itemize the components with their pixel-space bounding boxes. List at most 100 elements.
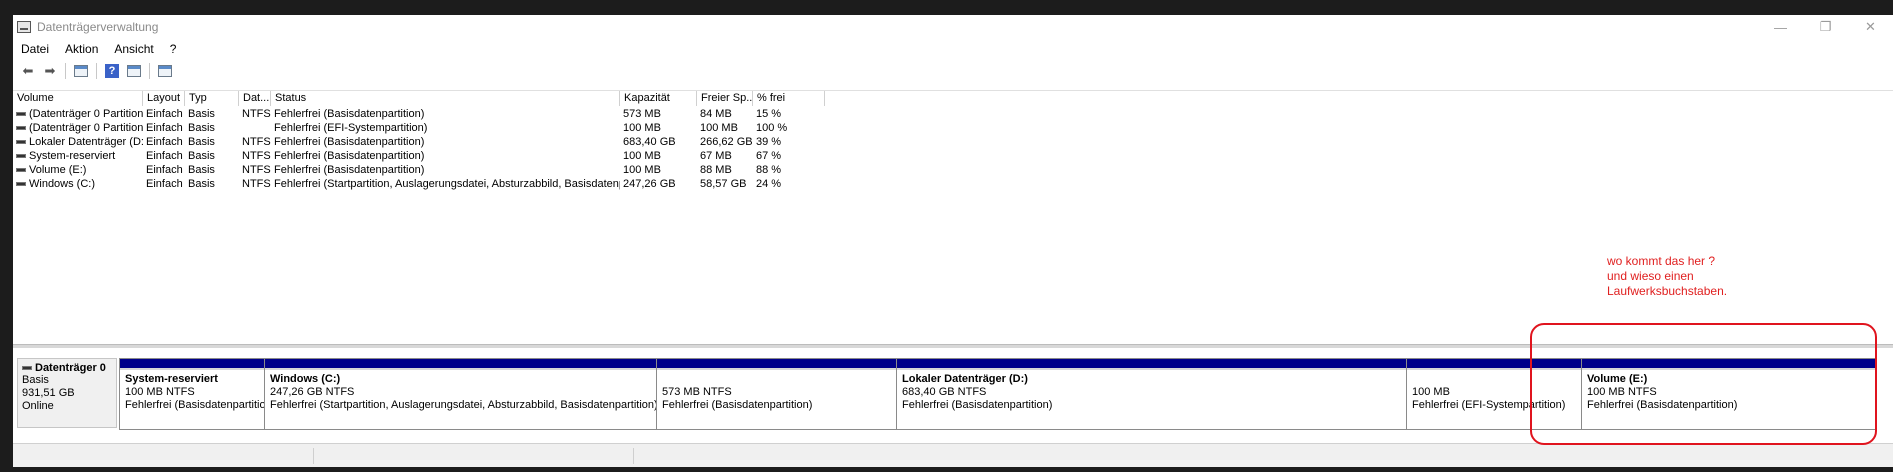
cell-volume: Lokaler Datenträger (D:) [13,135,143,149]
cell-status: Fehlerfrei (EFI-Systempartition) [274,122,428,134]
cell-prozent-frei: 67 % [756,150,782,162]
disk-name: Datenträger 0 [22,362,112,374]
volume-icon [16,168,26,173]
partition-name: System-reserviert [125,373,218,385]
cell-status: Fehlerfrei (Basisdatenpartition) [274,136,425,148]
cell-kapazitaet: 573 MB [623,108,661,120]
partition-block[interactable]: Lokaler Datenträger (D:) 683,40 GB NTFS … [897,359,1407,429]
volume-icon [16,154,26,159]
volume-icon [16,140,26,145]
partition-color-bar [897,359,1406,370]
cell-dateisystem: NTFS [242,108,271,120]
partition-color-bar [265,359,656,370]
window-controls: — ❐ ✕ [1758,15,1893,39]
annotation-line: Laufwerksbuchstaben. [1607,284,1728,298]
cell-dateisystem: NTFS [242,136,271,148]
volume-icon [16,126,26,131]
disk-info-panel[interactable]: Datenträger 0 Basis 931,51 GB Online [17,358,117,428]
menu-help[interactable]: ? [162,42,185,56]
cell-layout: Einfach [146,178,183,190]
cell-volume: Volume (E:) [13,163,143,177]
help-icon[interactable]: ? [101,61,123,81]
cell-volume: (Datenträger 0 Partition 3) [13,107,143,121]
partition-name: Windows (C:) [270,373,341,385]
volume-icon [16,182,26,187]
table-row[interactable]: Windows (C:) Einfach Basis NTFS Fehlerfr… [13,177,1893,191]
volume-list: Volume Layout Typ Dat... Status Kapazitä… [13,90,1893,342]
cell-kapazitaet: 100 MB [623,122,661,134]
table-row[interactable]: Lokaler Datenträger (D:) Einfach Basis N… [13,135,1893,149]
table-row[interactable]: Volume (E:) Einfach Basis NTFS Fehlerfre… [13,163,1893,177]
cell-freier-speicher: 100 MB [700,122,738,134]
title-bar: Datenträgerverwaltung — ❐ ✕ [13,15,1893,39]
cell-freier-speicher: 88 MB [700,164,732,176]
minimize-button[interactable]: — [1758,15,1803,39]
disk-type: Basis [22,374,49,386]
toolbar-separator [96,63,97,79]
console-icon[interactable] [154,61,176,81]
close-button[interactable]: ✕ [1848,15,1893,39]
toolbar-separator [65,63,66,79]
partition-block[interactable]: Windows (C:) 247,26 GB NTFS Fehlerfrei (… [265,359,657,429]
cell-typ: Basis [188,122,215,134]
cell-dateisystem: NTFS [242,150,271,162]
table-row[interactable]: System-reserviert Einfach Basis NTFS Feh… [13,149,1893,163]
show-hide-icon[interactable] [123,61,145,81]
menu-bar: Datei Aktion Ansicht ? [13,39,184,59]
toolbar: ⬅ ➡ ? [13,60,1893,82]
column-header-layout[interactable]: Layout [143,91,185,106]
table-row[interactable]: (Datenträger 0 Partition 3) Einfach Basi… [13,107,1893,121]
partition-size: 100 MB NTFS [125,386,195,398]
annotation-line: wo kommt das her ? [1607,254,1716,268]
cell-layout: Einfach [146,150,183,162]
partition-block[interactable]: System-reserviert 100 MB NTFS Fehlerfrei… [120,359,265,429]
cell-kapazitaet: 100 MB [623,164,661,176]
partition-size: 573 MB NTFS [662,386,732,398]
window-title: Datenträgerverwaltung [37,20,159,34]
cell-volume: (Datenträger 0 Partition 5) [13,121,143,135]
column-header-kapazitaet[interactable]: Kapazität [620,91,697,106]
user-annotation-text: wo kommt das her ? und wieso einen Laufw… [1607,254,1727,299]
column-header-prozent-frei[interactable]: % frei [753,91,825,106]
column-header-dateisystem[interactable]: Dat... [239,91,271,106]
partition-name: Lokaler Datenträger (D:) [902,373,1028,385]
cell-dateisystem: NTFS [242,164,271,176]
cell-status: Fehlerfrei (Basisdatenpartition) [274,164,425,176]
partition-block[interactable]: 573 MB NTFS Fehlerfrei (Basisdatenpartit… [657,359,897,429]
back-arrow-icon[interactable]: ⬅ [17,61,39,81]
disk-management-app-icon [17,21,31,33]
disk-icon [22,366,32,370]
cell-layout: Einfach [146,136,183,148]
restore-button[interactable]: ❐ [1803,15,1848,39]
partition-status: Fehlerfrei (Startpartition, Auslagerungs… [270,399,656,411]
cell-kapazitaet: 247,26 GB [623,178,676,190]
menu-aktion[interactable]: Aktion [57,42,106,56]
forward-arrow-icon[interactable]: ➡ [39,61,61,81]
partition-size: 247,26 GB NTFS [270,386,355,398]
cell-typ: Basis [188,164,215,176]
list-header: Volume Layout Typ Dat... Status Kapazitä… [13,91,1893,106]
cell-layout: Einfach [146,122,183,134]
column-header-freier-speicher[interactable]: Freier Sp... [697,91,753,106]
cell-typ: Basis [188,150,215,162]
menu-datei[interactable]: Datei [13,42,57,56]
toolbar-separator [149,63,150,79]
cell-layout: Einfach [146,164,183,176]
column-header-volume[interactable]: Volume [13,91,143,106]
properties-icon[interactable] [70,61,92,81]
cell-prozent-frei: 39 % [756,136,782,148]
partition-status: Fehlerfrei (Basisdatenpartition) [125,399,264,411]
status-bar-segment [633,448,634,464]
table-row[interactable]: (Datenträger 0 Partition 5) Einfach Basi… [13,121,1893,135]
cell-kapazitaet: 100 MB [623,150,661,162]
cell-typ: Basis [188,108,215,120]
cell-dateisystem: NTFS [242,178,271,190]
cell-typ: Basis [188,136,215,148]
partition-status: Fehlerfrei (Basisdatenpartition) [662,399,813,411]
column-header-typ[interactable]: Typ [185,91,239,106]
column-header-status[interactable]: Status [271,91,620,106]
cell-typ: Basis [188,178,215,190]
cell-prozent-frei: 88 % [756,164,782,176]
menu-ansicht[interactable]: Ansicht [106,42,161,56]
cell-freier-speicher: 58,57 GB [700,178,747,190]
